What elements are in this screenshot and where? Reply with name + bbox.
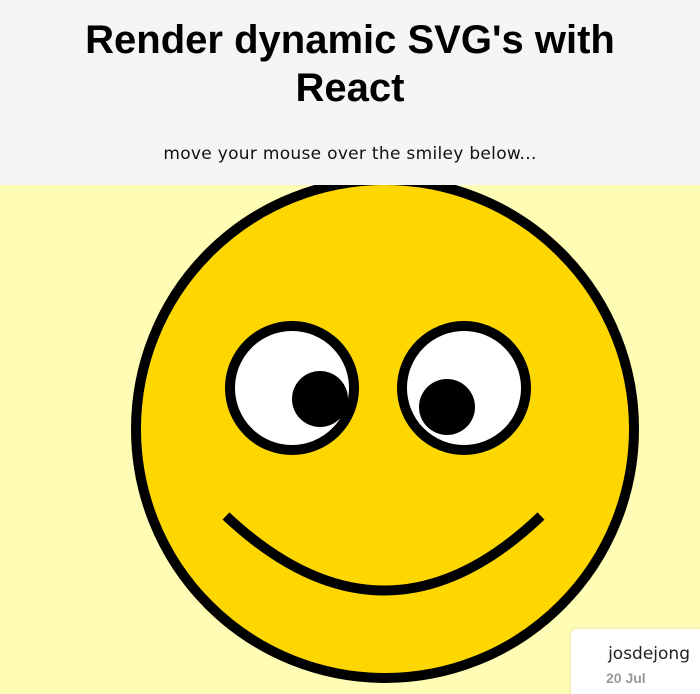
author-card[interactable]: josdejong 20 Jul [571,629,700,694]
post-date: 20 Jul [606,670,646,686]
right-pupil [419,379,475,435]
page-title-line-1: Render dynamic SVG's with [85,18,615,62]
instruction-text: move your mouse over the smiley below... [163,144,537,164]
author-name[interactable]: josdejong [608,644,690,664]
page-title: Render dynamic SVG's with React [0,16,700,112]
smiley-canvas[interactable] [0,185,700,694]
smiley-svg[interactable] [0,185,700,694]
smiley-face[interactable] [131,185,639,683]
page: Render dynamic SVG's with React move you… [0,0,700,694]
page-title-line-2: React [295,66,405,110]
left-pupil [292,371,348,427]
page-header: Render dynamic SVG's with React move you… [0,0,700,185]
